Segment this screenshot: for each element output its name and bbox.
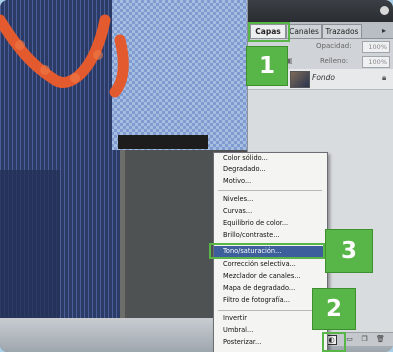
folder-icon[interactable]: ▭ (345, 335, 354, 343)
trash-icon[interactable]: 🗑︎ (376, 335, 385, 343)
fill-label: Relleno: (320, 57, 349, 65)
lock-icon: 🔒︎ (382, 73, 387, 82)
menu-item-mezclador-canales[interactable]: Mezclador de canales... (223, 272, 301, 280)
menu-item-filtro-fotografia[interactable]: Filtro de fotografía... (223, 296, 290, 304)
callout-1-badge: 1 (246, 46, 288, 86)
tab-trazados[interactable]: Trazados (322, 24, 362, 38)
callout-2-highlight (322, 332, 346, 352)
menu-separator (218, 190, 322, 191)
menu-item-motivo[interactable]: Motivo... (223, 177, 251, 185)
menu-item-umbral[interactable]: Umbral... (223, 326, 253, 334)
menu-item-color-solido[interactable]: Color sólido... (223, 154, 268, 162)
menu-item-mapa-degradado[interactable]: Mapa de degradado... (223, 284, 295, 292)
opacity-field[interactable]: 100% (362, 41, 390, 53)
layer-thumbnail (290, 71, 310, 88)
callout-1-highlight (248, 22, 290, 42)
menu-item-niveles[interactable]: Niveles... (223, 195, 253, 203)
new-layer-icon[interactable]: ❐ (360, 335, 369, 343)
callout-3-highlight (209, 243, 325, 259)
fill-field[interactable]: 100% (362, 56, 390, 68)
document-canvas[interactable] (0, 0, 248, 352)
menu-item-curvas[interactable]: Curvas... (223, 207, 252, 215)
panel-menu-icon[interactable]: ▸ (382, 26, 386, 35)
panel-titlebar[interactable] (248, 0, 393, 22)
menu-item-posterizar[interactable]: Posterizar... (223, 338, 261, 346)
menu-item-correccion-selectiva[interactable]: Corrección selectiva... (223, 260, 296, 268)
menu-item-equilibrio-color[interactable]: Equilibrio de color... (223, 219, 288, 227)
opacity-label: Opacidad: (316, 42, 352, 50)
tab-canales[interactable]: Canales (286, 24, 322, 38)
menu-item-invertir[interactable]: Invertir (223, 314, 247, 322)
callout-3-badge: 3 (325, 229, 373, 273)
menu-item-degradado[interactable]: Degradado... (223, 165, 266, 173)
menu-item-brillo-contraste[interactable]: Brillo/contraste... (223, 231, 280, 239)
menu-separator (218, 310, 322, 311)
layer-name: Fondo (312, 73, 336, 82)
screenshot-frame: Capas Canales Trazados ▸ Opacidad: 100% … (0, 0, 393, 352)
close-icon[interactable] (380, 6, 389, 15)
callout-2-badge: 2 (312, 288, 356, 330)
